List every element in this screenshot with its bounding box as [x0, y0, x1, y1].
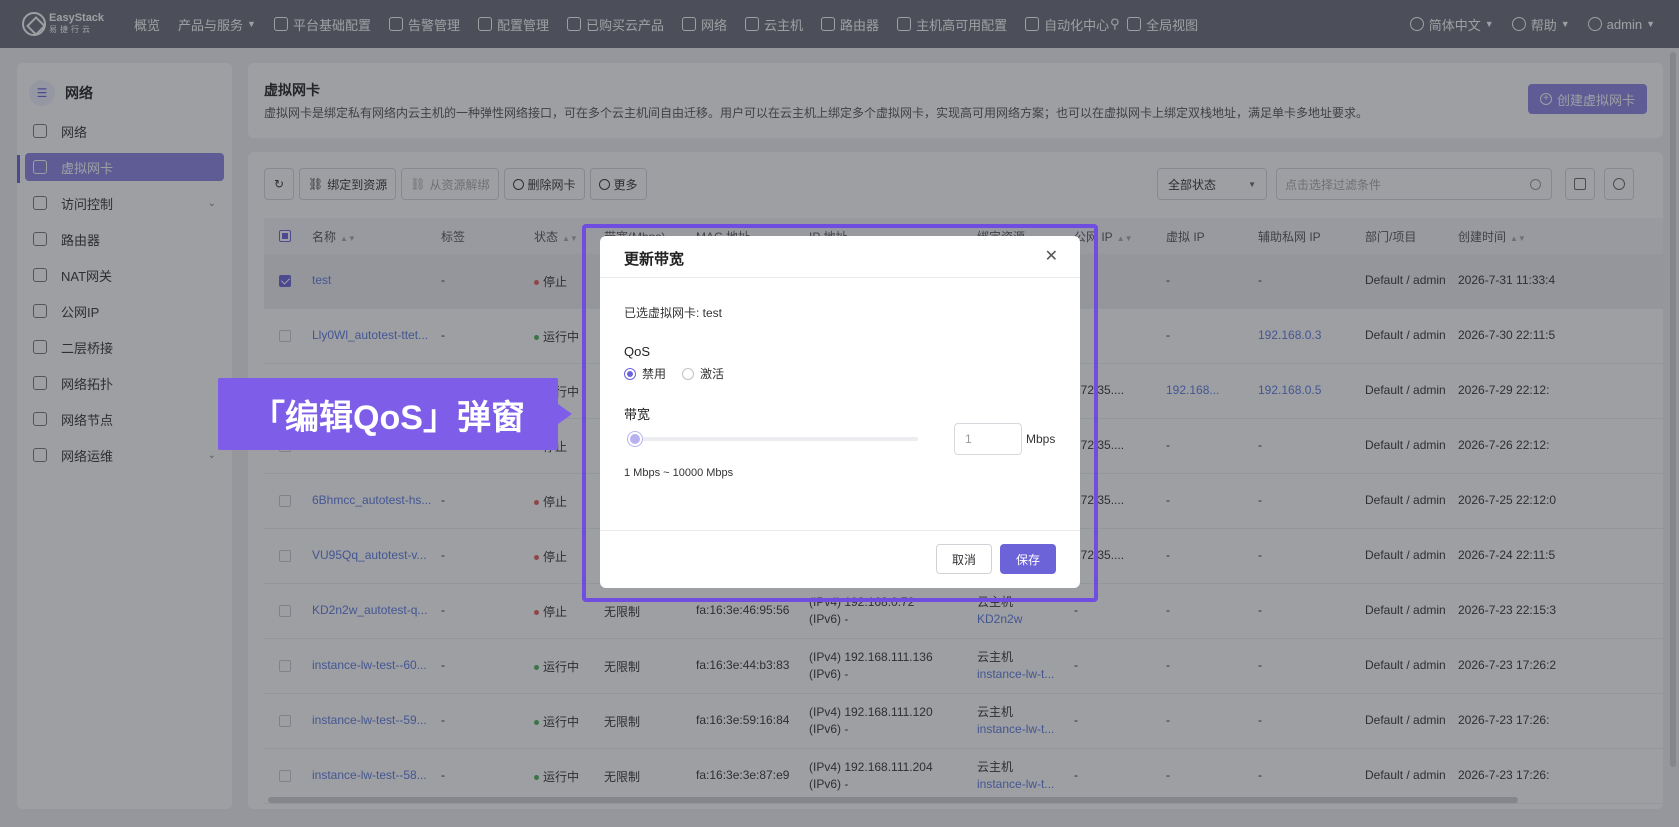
bandwidth-label: 带宽 [624, 407, 651, 422]
radio-button[interactable] [682, 367, 695, 380]
bandwidth-input[interactable]: 1 [954, 423, 1022, 455]
qos-label: QoS [624, 344, 651, 359]
qos-radio-option[interactable]: 激活 [682, 365, 724, 382]
slider-handle[interactable] [628, 432, 642, 446]
cancel-button[interactable]: 取消 [936, 544, 992, 574]
selected-vnic-text: 已选虚拟网卡: test [624, 306, 723, 320]
close-icon[interactable]: ✕ [1045, 246, 1058, 266]
radio-button[interactable] [624, 367, 636, 380]
bandwidth-unit: Mbps [1026, 432, 1056, 446]
bandwidth-slider[interactable] [628, 432, 918, 446]
qos-radio-option[interactable]: 禁用 [624, 365, 666, 382]
annotation-callout: 「编辑QoS」弹窗 [218, 378, 572, 450]
bandwidth-range-hint: 1 Mbps ~ 10000 Mbps [624, 467, 734, 479]
save-button[interactable]: 保存 [1000, 544, 1056, 574]
qos-option-label: 禁用 [642, 367, 667, 381]
qos-option-label: 激活 [700, 367, 725, 381]
qos-radio-group: 禁用 激活 [624, 365, 740, 382]
modal-title: 更新带宽 [624, 251, 685, 268]
update-bandwidth-modal: 更新带宽 ✕ 已选虚拟网卡: test QoS 禁用 激活 带宽 1 Mbps 1… [600, 236, 1080, 588]
